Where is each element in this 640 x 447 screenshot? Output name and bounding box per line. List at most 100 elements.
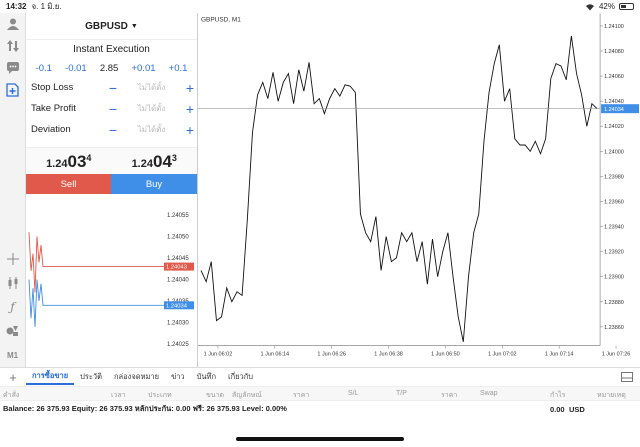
x-tick-label: 1 Jun 06:26	[317, 352, 346, 358]
mini-tick-label: 1.24055	[167, 213, 189, 219]
sell-quote-point: 4	[86, 153, 92, 163]
ask-price-label: 1.24043	[166, 265, 187, 271]
step-minus-0.1[interactable]: -0.1	[36, 63, 52, 74]
chat-icon[interactable]	[0, 57, 26, 79]
bid-price-label: 1.24034	[166, 303, 188, 309]
indicators-icon[interactable]: ƒ	[0, 295, 26, 319]
x-tick-label: 1 Jun 06:50	[431, 352, 460, 358]
buy-button[interactable]: Buy	[111, 174, 197, 194]
deviation-minus-button[interactable]: −	[106, 122, 120, 138]
y-tick-label: 1.23980	[604, 174, 624, 180]
col-sl: S/L	[348, 390, 359, 397]
symbol-label: GBPUSD	[85, 20, 128, 32]
take-profit-row: Take Profit − ไม่ได้ตั้ง +	[26, 98, 197, 119]
y-tick-label: 1.23900	[604, 275, 624, 281]
y-tick-label: 1.23920	[604, 250, 624, 256]
toolbox-tabs: + การซื้อขาย ประวัติ กล่องจดหมาย ข่าว บั…	[0, 367, 640, 386]
trade-buttons: Sell Buy	[26, 174, 197, 194]
status-right: 42%	[585, 2, 634, 11]
mini-tick-label: 1.24025	[167, 342, 189, 348]
sell-quote-pips: 03	[67, 152, 87, 171]
deviation-plus-button[interactable]: +	[183, 122, 197, 138]
take-profit-plus-button[interactable]: +	[183, 101, 197, 117]
x-tick-label: 1 Jun 07:26	[602, 352, 631, 358]
stop-loss-row: Stop Loss − ไม่ได้ตั้ง +	[26, 77, 197, 98]
quotes-row: 1.24 03 4 1.24 04 3	[26, 147, 197, 175]
x-tick-label: 1 Jun 06:38	[374, 352, 403, 358]
crosshair-icon[interactable]	[0, 247, 26, 271]
step-plus-0.1[interactable]: +0.1	[169, 63, 188, 74]
order-panel: GBPUSD ▼ Instant Execution -0.1 -0.01 2.…	[26, 13, 197, 194]
left-toolbar: ƒ M1	[0, 13, 26, 367]
x-tick-label: 1 Jun 07:14	[545, 352, 574, 358]
buy-quote-point: 3	[171, 153, 177, 163]
take-profit-minus-button[interactable]: −	[106, 101, 120, 117]
battery-percent: 42%	[598, 2, 615, 11]
mini-tick-label: 1.24030	[167, 321, 189, 327]
account-icon[interactable]	[0, 13, 26, 35]
ask-tick-line	[28, 232, 164, 293]
objects-icon[interactable]	[0, 319, 26, 343]
layout-toggle-icon[interactable]	[614, 372, 640, 382]
balance-bar: Balance: 26 375.93 Equity: 26 375.93 หลั…	[0, 400, 640, 416]
execution-type[interactable]: Instant Execution	[26, 39, 197, 59]
status-date: จ. 1 มิ.ย.	[31, 2, 62, 11]
buy-quote-prefix: 1.24	[131, 158, 153, 170]
timeframe-icon[interactable]: M1	[0, 343, 26, 367]
step-plus-0.01[interactable]: +0.01	[131, 63, 155, 74]
sell-quote-prefix: 1.24	[46, 158, 68, 170]
home-indicator[interactable]	[236, 437, 404, 441]
step-minus-0.01[interactable]: -0.01	[65, 63, 87, 74]
stop-loss-plus-button[interactable]: +	[183, 80, 197, 96]
tick-chart[interactable]: 1.240551.240501.240451.240401.240351.240…	[26, 194, 197, 367]
trade-table-header: คำสั่ง เวลา ประเภท ขนาด สัญลักษณ์ ราคา S…	[0, 386, 640, 400]
add-icon[interactable]: +	[0, 370, 26, 385]
deviation-label: Deviation	[31, 124, 71, 135]
deviation-stepper: -0.1 -0.01 2.85 +0.01 +0.1	[26, 59, 197, 77]
sell-button[interactable]: Sell	[26, 174, 111, 194]
y-tick-label: 1.23960	[604, 199, 624, 205]
step-value[interactable]: 2.85	[100, 63, 119, 74]
deviation-field[interactable]: ไม่ได้ตั้ง	[120, 123, 183, 136]
wifi-icon	[585, 3, 594, 10]
quotes-arrows-icon[interactable]	[0, 35, 26, 57]
tab-history[interactable]: ประวัติ	[74, 371, 108, 383]
status-bar: 14:32 จ. 1 มิ.ย. 42%	[0, 0, 640, 13]
x-tick-label: 1 Jun 07:02	[488, 352, 517, 358]
mini-tick-label: 1.24050	[167, 235, 189, 241]
chevron-down-icon: ▼	[130, 22, 138, 30]
col-swap: Swap	[480, 390, 498, 397]
profit-currency: USD	[569, 405, 585, 414]
price-chart[interactable]: GBPUSD, M11.241001.240801.240601.240401.…	[197, 13, 640, 367]
y-tick-label: 1.23860	[604, 325, 624, 331]
bid-tick-line	[28, 279, 164, 327]
take-profit-label: Take Profit	[31, 103, 76, 114]
price-series-line	[200, 35, 598, 342]
deviation-row: Deviation − ไม่ได้ตั้ง +	[26, 119, 197, 140]
stop-loss-label: Stop Loss	[31, 82, 74, 93]
y-tick-label: 1.23940	[604, 225, 624, 231]
col-tp: T/P	[396, 390, 407, 397]
take-profit-field[interactable]: ไม่ได้ตั้ง	[120, 102, 183, 115]
tab-journal[interactable]: บันทึก	[191, 371, 222, 383]
symbol-selector[interactable]: GBPUSD ▼	[26, 13, 197, 39]
y-tick-label: 1.24000	[604, 149, 624, 155]
tab-about[interactable]: เกี่ยวกับ	[222, 371, 259, 383]
candlestick-icon[interactable]	[0, 271, 26, 295]
y-tick-label: 1.23880	[604, 300, 624, 306]
total-profit: 0.00	[550, 405, 565, 414]
y-tick-label: 1.24020	[604, 124, 624, 130]
chart-title: GBPUSD, M1	[201, 16, 241, 23]
stop-loss-field[interactable]: ไม่ได้ตั้ง	[120, 81, 183, 94]
new-order-icon[interactable]	[0, 79, 26, 101]
buy-quote-pips: 04	[152, 152, 172, 171]
y-tick-label: 1.24060	[604, 74, 624, 80]
status-time: 14:32	[6, 2, 27, 11]
balance-summary: Balance: 26 375.93 Equity: 26 375.93 หลั…	[3, 403, 287, 413]
buy-quote: 1.24 04 3	[112, 148, 198, 175]
stop-loss-minus-button[interactable]: −	[106, 80, 120, 96]
tab-mailbox[interactable]: กล่องจดหมาย	[108, 371, 165, 383]
app-root: 14:32 จ. 1 มิ.ย. 42% ƒ M1 GBPUSD ▼ Insta…	[0, 0, 640, 447]
tab-news[interactable]: ข่าว	[165, 371, 191, 383]
tab-trade[interactable]: การซื้อขาย	[26, 370, 75, 385]
